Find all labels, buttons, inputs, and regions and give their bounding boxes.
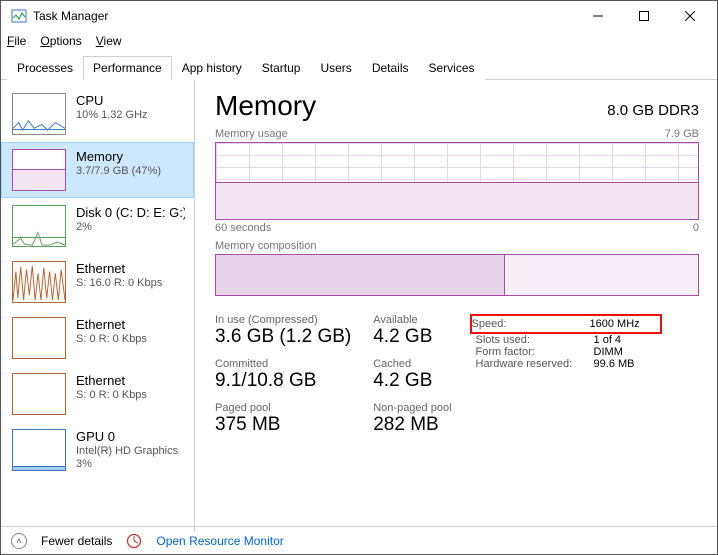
- chart-axis-right: 0: [693, 222, 699, 234]
- hw-speed-label: Speed:: [472, 318, 590, 330]
- hw-slots-value: 1 of 4: [594, 334, 664, 346]
- disk-thumbnail-chart: [12, 205, 66, 247]
- sidebar-item-ethernet-1[interactable]: Ethernet S: 16.0 R: 0 Kbps: [1, 254, 194, 310]
- sidebar-item-label: GPU 0: [76, 429, 178, 444]
- stat-value-paged: 375 MB: [215, 414, 351, 436]
- tabs: Processes Performance App history Startu…: [1, 55, 717, 80]
- memory-composition-chart[interactable]: [215, 254, 699, 296]
- maximize-button[interactable]: [621, 1, 667, 31]
- sidebar-item-disk[interactable]: Disk 0 (C: D: E: G:) 2%: [1, 198, 194, 254]
- sidebar-item-value: Intel(R) HD Graphics: [76, 445, 178, 457]
- tab-app-history[interactable]: App history: [172, 56, 252, 80]
- gpu-thumbnail-chart: [12, 429, 66, 471]
- memory-thumbnail-chart: [12, 149, 66, 191]
- memory-capacity: 8.0 GB DDR3: [607, 102, 699, 119]
- speed-highlight-box: Speed:1600 MHz: [470, 314, 662, 334]
- sidebar-item-gpu[interactable]: GPU 0 Intel(R) HD Graphics 3%: [1, 422, 194, 478]
- minimize-button[interactable]: [575, 1, 621, 31]
- sidebar-item-label: Memory: [76, 149, 161, 164]
- stat-label-nonpaged: Non-paged pool: [373, 402, 451, 414]
- stat-label-available: Available: [373, 314, 451, 326]
- stat-value-inuse: 3.6 GB (1.2 GB): [215, 326, 351, 348]
- stat-value-nonpaged: 282 MB: [373, 414, 451, 436]
- sidebar-item-label: Disk 0 (C: D: E: G:): [76, 205, 185, 220]
- usage-chart-max: 7.9 GB: [665, 128, 699, 140]
- task-manager-window: Task Manager File Options View Processes…: [0, 0, 718, 555]
- sidebar-item-ethernet-2[interactable]: Ethernet S: 0 R: 0 Kbps: [1, 310, 194, 366]
- hw-hwres-value: 99.6 MB: [594, 358, 664, 370]
- stat-value-cached: 4.2 GB: [373, 370, 451, 392]
- usage-chart-label: Memory usage: [215, 128, 288, 140]
- sidebar-item-value: 3.7/7.9 GB (47%): [76, 165, 161, 177]
- hw-speed-value: 1600 MHz: [590, 318, 660, 330]
- sidebar-item-label: Ethernet: [76, 261, 162, 276]
- sidebar-item-memory[interactable]: Memory 3.7/7.9 GB (47%): [1, 142, 194, 198]
- sidebar-item-label: CPU: [76, 93, 148, 108]
- titlebar[interactable]: Task Manager: [1, 1, 717, 31]
- composition-label: Memory composition: [215, 240, 699, 252]
- memory-usage-chart[interactable]: [215, 142, 699, 220]
- chart-axis-left: 60 seconds: [215, 222, 271, 234]
- menu-file[interactable]: File: [7, 34, 26, 48]
- sidebar-item-ethernet-3[interactable]: Ethernet S: 0 R: 0 Kbps: [1, 366, 194, 422]
- detail-pane: Memory 8.0 GB DDR3 Memory usage 7.9 GB 6…: [195, 80, 717, 532]
- close-button[interactable]: [667, 1, 713, 31]
- menubar: File Options View: [1, 31, 717, 51]
- sidebar-item-value: 2%: [76, 221, 185, 233]
- sidebar: CPU 10% 1.32 GHz Memory 3.7/7.9 GB (47%)…: [1, 80, 195, 532]
- tab-performance[interactable]: Performance: [83, 56, 172, 80]
- sidebar-item-value: S: 0 R: 0 Kbps: [76, 389, 147, 401]
- hw-hwres-label: Hardware reserved:: [476, 358, 594, 370]
- stat-value-committed: 9.1/10.8 GB: [215, 370, 351, 392]
- fewer-details-link[interactable]: Fewer details: [41, 534, 112, 548]
- menu-view[interactable]: View: [96, 34, 122, 48]
- sidebar-item-value: 10% 1.32 GHz: [76, 109, 148, 121]
- ethernet-thumbnail-chart: [12, 261, 66, 303]
- cpu-thumbnail-chart: [12, 93, 66, 135]
- stat-label-paged: Paged pool: [215, 402, 351, 414]
- memory-stats: In use (Compressed) 3.6 GB (1.2 GB) Avai…: [215, 314, 452, 444]
- sidebar-item-value: S: 16.0 R: 0 Kbps: [76, 277, 162, 289]
- task-manager-icon: [11, 8, 27, 24]
- hw-slots-label: Slots used:: [476, 334, 594, 346]
- memory-hw-info: Speed:1600 MHz Slots used:1 of 4 Form fa…: [476, 314, 668, 444]
- footer: ˄ Fewer details Open Resource Monitor: [1, 526, 717, 554]
- chevron-up-icon[interactable]: ˄: [11, 533, 27, 549]
- sidebar-item-label: Ethernet: [76, 373, 147, 388]
- tab-processes[interactable]: Processes: [7, 56, 83, 80]
- tab-services[interactable]: Services: [419, 56, 485, 80]
- sidebar-item-cpu[interactable]: CPU 10% 1.32 GHz: [1, 86, 194, 142]
- ethernet-thumbnail-chart: [12, 373, 66, 415]
- tab-details[interactable]: Details: [362, 56, 419, 80]
- tab-users[interactable]: Users: [310, 56, 361, 80]
- stat-label-cached: Cached: [373, 358, 451, 370]
- stat-label-inuse: In use (Compressed): [215, 314, 351, 326]
- stat-label-committed: Committed: [215, 358, 351, 370]
- tab-startup[interactable]: Startup: [252, 56, 311, 80]
- sidebar-item-value2: 3%: [76, 458, 178, 470]
- menu-options[interactable]: Options: [40, 34, 81, 48]
- resource-monitor-icon: [126, 533, 142, 549]
- sidebar-item-label: Ethernet: [76, 317, 147, 332]
- hw-form-label: Form factor:: [476, 346, 594, 358]
- detail-title: Memory: [215, 90, 316, 122]
- hw-form-value: DIMM: [594, 346, 664, 358]
- sidebar-item-value: S: 0 R: 0 Kbps: [76, 333, 147, 345]
- stat-value-available: 4.2 GB: [373, 326, 451, 348]
- open-resource-monitor-link[interactable]: Open Resource Monitor: [156, 534, 283, 548]
- window-title: Task Manager: [33, 9, 575, 23]
- ethernet-thumbnail-chart: [12, 317, 66, 359]
